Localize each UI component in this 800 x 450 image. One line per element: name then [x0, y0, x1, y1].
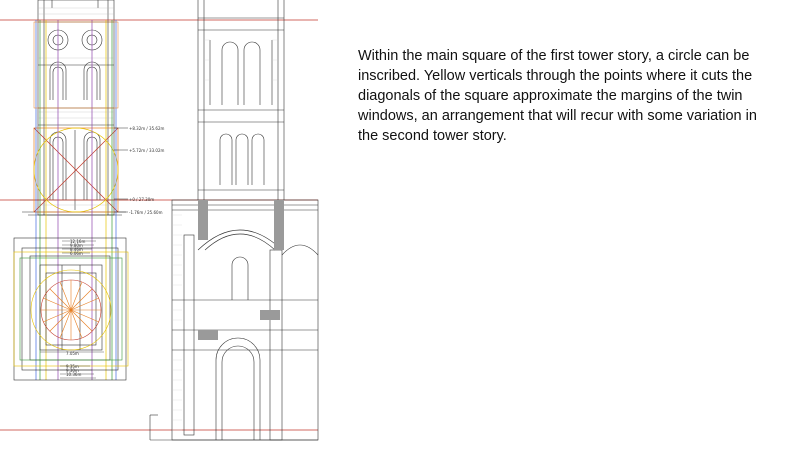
- elevation-label: -1.76m / 25.60m: [129, 210, 163, 215]
- architectural-drawings: +8.32m / 35.62m +5.72m / 33.02m +0 / 27.…: [0, 0, 319, 441]
- elevation-label: +5.72m / 33.02m: [129, 148, 164, 153]
- elevation-label: +0 / 27.30m: [129, 197, 154, 202]
- right-section: [149, 0, 319, 441]
- section-cuts: [198, 200, 284, 340]
- plan-label: 6.06m: [70, 251, 83, 256]
- left-hatching: [38, 7, 114, 206]
- plan-label: 7.05m: [66, 351, 79, 356]
- plan-overlay: [13, 251, 129, 367]
- slide-caption: Within the main square of the first towe…: [358, 48, 757, 144]
- elevation-label: +8.32m / 35.62m: [129, 126, 164, 131]
- plan-label: 10.36m: [66, 372, 81, 377]
